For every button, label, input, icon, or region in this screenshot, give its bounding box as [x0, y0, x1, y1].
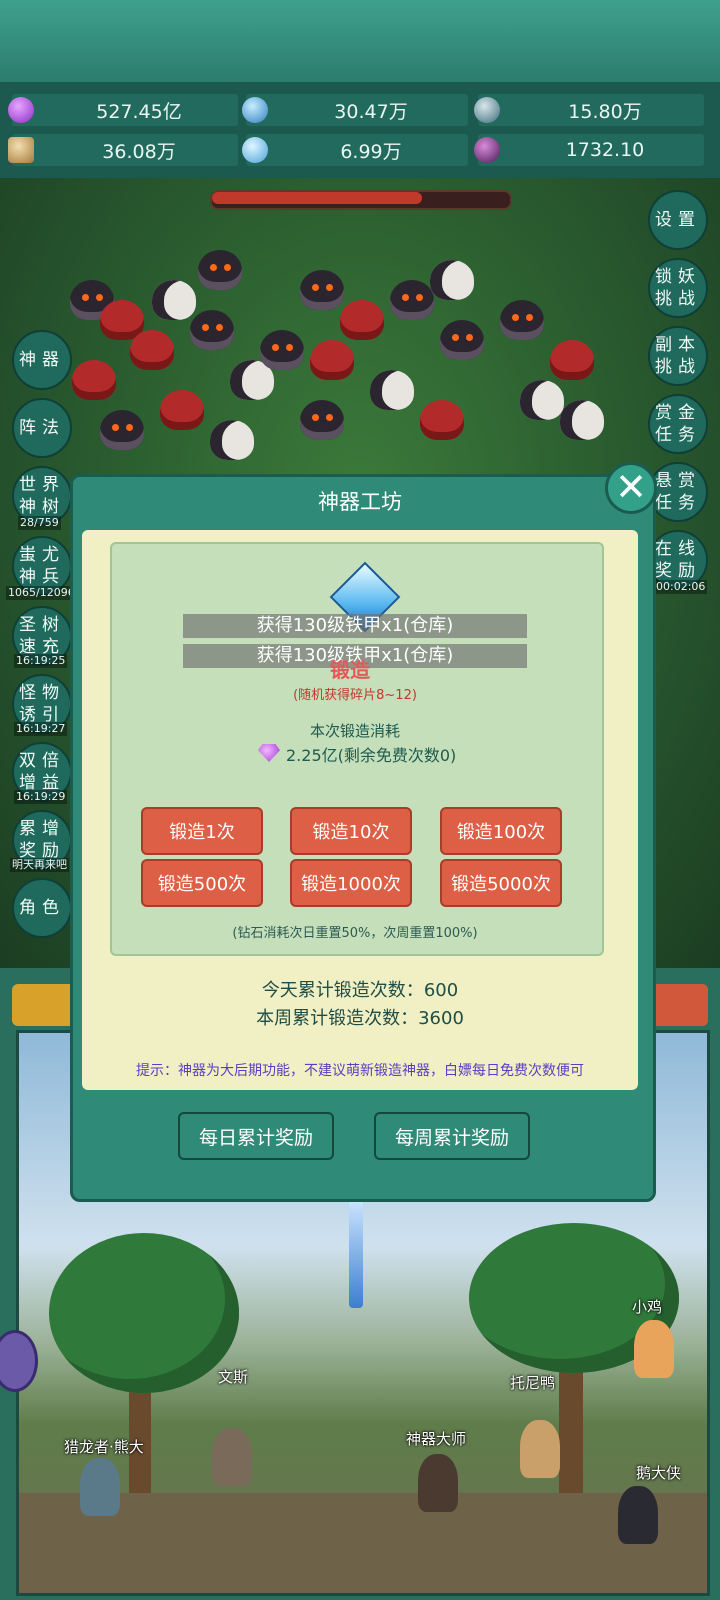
artifact-button[interactable]: 神器	[12, 330, 72, 390]
role-button[interactable]: 角色	[12, 878, 72, 938]
cost-value: 2.25亿(剩余免费次数0)	[286, 746, 457, 765]
sacred-tree-timer: 16:19:25	[14, 654, 68, 668]
resource-value: 1732.10	[565, 139, 645, 161]
resource-scroll: 36.08万	[8, 134, 238, 166]
resource-value: 6.99万	[340, 140, 402, 163]
forge-10-button[interactable]: 锻造10次	[290, 807, 412, 855]
monster	[550, 340, 594, 380]
forge-500-button[interactable]: 锻造500次	[141, 859, 263, 907]
monster-lure-timer: 16:19:27	[14, 722, 68, 736]
npc-master[interactable]	[418, 1454, 458, 1512]
resource-value: 30.47万	[334, 100, 408, 123]
daily-reward-button[interactable]: 每日累计奖励	[178, 1112, 334, 1160]
monster	[430, 260, 474, 300]
steel-orb-icon	[474, 97, 500, 123]
ground	[19, 1493, 707, 1593]
tree	[49, 1233, 239, 1393]
today-value: 600	[423, 980, 459, 1001]
online-reward-timer: 00:02:06	[654, 580, 708, 594]
demon-lock-challenge-button[interactable]: 锁妖 挑战	[648, 258, 708, 318]
npc-wensi[interactable]	[212, 1428, 252, 1486]
monster	[190, 310, 234, 350]
monster	[152, 280, 196, 320]
today-label: 今天累计锻造次数：	[261, 980, 424, 1001]
double-gain-timer: 16:19:29	[14, 790, 68, 804]
scroll-icon	[8, 137, 34, 163]
close-button[interactable]: ✕	[605, 462, 657, 514]
ice-shard-icon	[242, 137, 268, 163]
monster	[210, 420, 254, 460]
forge-5000-button[interactable]: 锻造5000次	[440, 859, 562, 907]
chiyou-progress: 1065/12096	[6, 586, 77, 600]
purple-gem-icon	[8, 97, 34, 123]
top-banner	[0, 0, 720, 82]
forge-1000-button[interactable]: 锻造1000次	[290, 859, 412, 907]
resource-gem: 527.45亿	[8, 94, 238, 126]
resource-value: 36.08万	[102, 140, 176, 163]
monster	[390, 280, 434, 320]
tip-text: 提示：神器为大后期功能，不建议萌新锻造神器，白嫖每日免费次数便可	[136, 1063, 584, 1079]
npc-name-xiaoji: 小鸡	[632, 1298, 663, 1316]
dialog-title: 神器工坊	[318, 490, 402, 514]
dungeon-challenge-button[interactable]: 副本 挑战	[648, 326, 708, 386]
monster-horde	[60, 240, 640, 480]
world-tree-progress: 28/759	[18, 516, 61, 530]
monster	[300, 400, 344, 440]
monster	[560, 400, 604, 440]
monster	[260, 330, 304, 370]
monster	[370, 370, 414, 410]
monster	[72, 360, 116, 400]
monster	[340, 300, 384, 340]
npc-tuonya[interactable]	[520, 1420, 560, 1478]
monster	[500, 300, 544, 340]
blue-crystal-icon	[242, 97, 268, 123]
dark-orb-icon	[474, 137, 500, 163]
npc-name-tuonya: 托尼鸭	[510, 1374, 556, 1392]
monster	[310, 340, 354, 380]
monster	[420, 400, 464, 440]
obtain-toast: 获得130级铁甲x1(仓库)	[183, 614, 527, 638]
monster	[520, 380, 564, 420]
monster	[300, 270, 344, 310]
npc-name-master: 神器大师	[406, 1430, 467, 1448]
today-count: 今天累计锻造次数：600	[82, 976, 638, 1002]
npc-name-hunter: 猎龙者·熊大	[64, 1438, 144, 1456]
forge-100-button[interactable]: 锻造100次	[440, 807, 562, 855]
reset-note: (钻石消耗次日重置50%，次周重置100%)	[232, 926, 478, 941]
resource-crystal: 30.47万	[242, 94, 468, 126]
formation-button[interactable]: 阵法	[12, 398, 72, 458]
boss-hp-fill	[212, 192, 422, 204]
monster	[130, 330, 174, 370]
week-value: 3600	[418, 1008, 464, 1029]
npc-xiaoji[interactable]	[634, 1320, 674, 1378]
settings-button[interactable]: 设置	[648, 190, 708, 250]
cost-title: 本次锻造消耗	[309, 722, 400, 740]
npc-name-wensi: 文斯	[218, 1368, 249, 1386]
resource-value: 527.45亿	[96, 100, 182, 123]
week-count: 本周累计锻造次数：3600	[82, 1004, 638, 1030]
resource-value: 15.80万	[568, 100, 642, 123]
forge-label: 锻造	[330, 658, 370, 682]
npc-name-goose: 鹅大侠	[636, 1464, 682, 1482]
npc-hunter[interactable]	[80, 1458, 120, 1516]
monster	[440, 320, 484, 360]
npc-goose[interactable]	[618, 1486, 658, 1544]
monster	[100, 410, 144, 450]
forge-subtitle: (随机获得碎片8~12)	[293, 688, 417, 703]
cumulative-note: 明天再来吧	[10, 858, 69, 872]
resource-orb: 15.80万	[474, 94, 704, 126]
gold-task-button[interactable]: 赏金 任务	[648, 394, 708, 454]
legendary-sword	[349, 1198, 363, 1308]
bounty-task-button[interactable]: 悬赏 任务	[648, 462, 708, 522]
resource-ice: 6.99万	[242, 134, 468, 166]
monster	[160, 390, 204, 430]
week-label: 本周累计锻造次数：	[256, 1008, 419, 1029]
monster	[198, 250, 242, 290]
weekly-reward-button[interactable]: 每周累计奖励	[374, 1112, 530, 1160]
resource-dark: 1732.10	[474, 134, 704, 166]
forge-1-button[interactable]: 锻造1次	[141, 807, 263, 855]
